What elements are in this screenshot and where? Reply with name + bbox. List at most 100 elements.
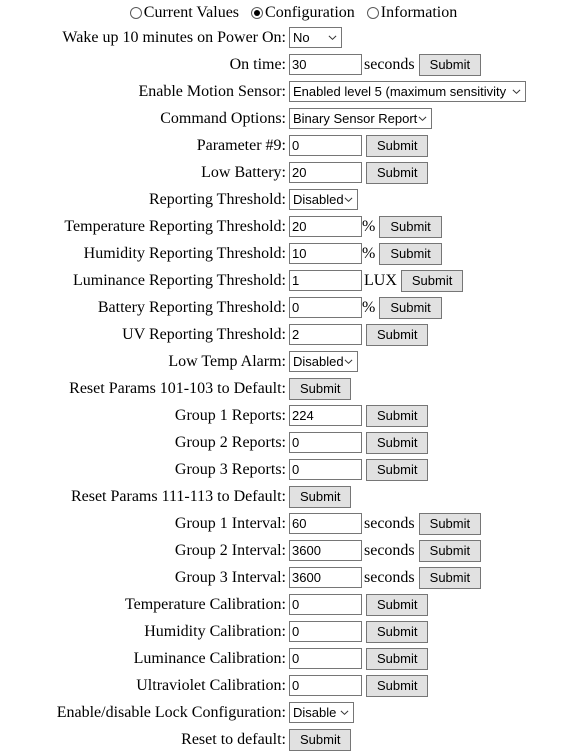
submit-button-ultraviolet-calibration[interactable]: Submit <box>366 674 429 697</box>
submit-button-reset-params-101-103-to-default[interactable]: Submit <box>289 377 352 400</box>
submit-button-group-1-interval[interactable]: Submit <box>418 512 482 535</box>
row-humidity-calibration: Humidity Calibration: Submit <box>0 618 587 645</box>
label-temperature-calibration: Temperature Calibration: <box>124 595 286 613</box>
input-humidity-calibration[interactable] <box>289 621 362 642</box>
submit-button-on-time[interactable]: Submit <box>418 53 482 76</box>
mode-label-information: Information <box>380 4 458 21</box>
configuration-form: Wake up 10 minutes on Power On: No On time… <box>0 24 587 753</box>
row-enabledisable-lock-configuration: Enable/disable Lock Configuration: Disabl… <box>0 699 587 726</box>
input-temperature-reporting-threshold[interactable] <box>289 216 362 237</box>
input-group-1-interval[interactable] <box>289 513 362 534</box>
row-on-time: On time:secondsSubmit <box>0 51 587 78</box>
select-wake-up-10-minutes-on-power-on[interactable]: No <box>289 27 342 48</box>
row-battery-reporting-threshold: Battery Reporting Threshold:%Submit <box>0 294 587 321</box>
input-group-3-interval[interactable] <box>289 567 362 588</box>
input-on-time[interactable] <box>289 54 362 75</box>
row-low-battery: Low Battery: Submit <box>0 159 587 186</box>
input-group-3-reports[interactable] <box>289 459 362 480</box>
input-humidity-reporting-threshold[interactable] <box>289 243 362 264</box>
select-low-temp-alarm[interactable]: Disabled <box>289 351 358 372</box>
chevron-down-icon <box>512 87 521 96</box>
row-reset-to-default: Reset to default: Submit <box>0 726 587 753</box>
input-low-battery[interactable] <box>289 162 362 183</box>
submit-button-luminance-reporting-threshold[interactable]: Submit <box>400 269 464 292</box>
row-ultraviolet-calibration: Ultraviolet Calibration: Submit <box>0 672 587 699</box>
radio-information[interactable] <box>366 7 379 19</box>
mode-option-information[interactable]: Information <box>366 4 458 22</box>
row-uv-reporting-threshold: UV Reporting Threshold: Submit <box>0 321 587 348</box>
radio-configuration[interactable] <box>251 7 264 19</box>
label-group-1-reports: Group 1 Reports: <box>174 406 286 424</box>
submit-button-battery-reporting-threshold[interactable]: Submit <box>379 296 442 319</box>
label-command-options: Command Options: <box>160 109 286 127</box>
row-group-1-interval: Group 1 Interval:secondsSubmit <box>0 510 587 537</box>
input-parameter-9[interactable] <box>289 135 362 156</box>
label-group-2-reports: Group 2 Reports: <box>174 433 286 451</box>
mode-selector: Current Values Configuration Information <box>0 0 587 24</box>
input-ultraviolet-calibration[interactable] <box>289 675 362 696</box>
control-group-3-reports: Submit <box>289 458 587 481</box>
submit-button-parameter-9[interactable]: Submit <box>366 134 429 157</box>
submit-button-luminance-calibration[interactable]: Submit <box>366 647 429 670</box>
submit-button-group-1-reports[interactable]: Submit <box>366 404 429 427</box>
label-group-3-interval: Group 3 Interval: <box>174 568 286 586</box>
submit-button-reset-to-default[interactable]: Submit <box>289 728 352 751</box>
submit-button-low-battery[interactable]: Submit <box>366 161 429 184</box>
input-luminance-calibration[interactable] <box>289 648 362 669</box>
control-uv-reporting-threshold: Submit <box>289 323 587 346</box>
control-enable-motion-sensor: Enabled level 5 (maximum sensitivity <box>289 81 587 102</box>
control-luminance-reporting-threshold: LUXSubmit <box>289 269 587 292</box>
label-wake-up-10-minutes-on-power-on: Wake up 10 minutes on Power On: <box>62 28 286 46</box>
mode-option-current-values[interactable]: Current Values <box>129 4 239 22</box>
control-humidity-reporting-threshold: %Submit <box>289 242 587 265</box>
control-group-3-interval: secondsSubmit <box>289 566 587 589</box>
submit-button-temperature-reporting-threshold[interactable]: Submit <box>379 215 442 238</box>
input-group-2-reports[interactable] <box>289 432 362 453</box>
submit-button-reset-params-111-113-to-default[interactable]: Submit <box>289 485 352 508</box>
select-command-options[interactable]: Binary Sensor Report <box>289 108 432 129</box>
select-enabledisable-lock-configuration[interactable]: Disable <box>289 702 354 723</box>
input-group-2-interval[interactable] <box>289 540 362 561</box>
submit-button-humidity-calibration[interactable]: Submit <box>366 620 429 643</box>
label-reset-params-111-113-to-default: Reset Params 111-113 to Default: <box>70 487 286 505</box>
submit-button-humidity-reporting-threshold[interactable]: Submit <box>379 242 442 265</box>
select-value-reporting-threshold: Disabled <box>293 192 344 207</box>
chevron-down-icon <box>328 33 337 42</box>
label-humidity-calibration: Humidity Calibration: <box>144 622 286 640</box>
input-battery-reporting-threshold[interactable] <box>289 297 362 318</box>
submit-button-temperature-calibration[interactable]: Submit <box>366 593 429 616</box>
mode-option-configuration[interactable]: Configuration <box>251 4 355 22</box>
row-group-1-reports: Group 1 Reports: Submit <box>0 402 587 429</box>
chevron-down-icon <box>340 708 349 717</box>
row-low-temp-alarm: Low Temp Alarm: Disabled <box>0 348 587 375</box>
row-humidity-reporting-threshold: Humidity Reporting Threshold:%Submit <box>0 240 587 267</box>
row-temperature-calibration: Temperature Calibration: Submit <box>0 591 587 618</box>
input-luminance-reporting-threshold[interactable] <box>289 270 362 291</box>
row-command-options: Command Options: Binary Sensor Report <box>0 105 587 132</box>
control-on-time: secondsSubmit <box>289 53 587 76</box>
row-reset-params-101-103-to-default: Reset Params 101-103 to Default: Submit <box>0 375 587 402</box>
select-reporting-threshold[interactable]: Disabled <box>289 189 358 210</box>
radio-current-values[interactable] <box>129 7 142 19</box>
select-value-command-options: Binary Sensor Report <box>293 111 418 126</box>
submit-button-uv-reporting-threshold[interactable]: Submit <box>366 323 429 346</box>
chevron-down-icon <box>344 357 353 366</box>
label-uv-reporting-threshold: UV Reporting Threshold: <box>122 325 286 343</box>
input-group-1-reports[interactable] <box>289 405 362 426</box>
row-enable-motion-sensor: Enable Motion Sensor: Enabled level 5 (ma… <box>0 78 587 105</box>
submit-button-group-3-reports[interactable]: Submit <box>366 458 429 481</box>
label-parameter-9: Parameter #9: <box>196 136 286 154</box>
submit-button-group-2-reports[interactable]: Submit <box>366 431 429 454</box>
submit-button-group-2-interval[interactable]: Submit <box>418 539 482 562</box>
submit-button-group-3-interval[interactable]: Submit <box>418 566 482 589</box>
unit-luminance-reporting-threshold: LUX <box>364 271 397 289</box>
row-parameter-9: Parameter #9: Submit <box>0 132 587 159</box>
label-temperature-reporting-threshold: Temperature Reporting Threshold: <box>64 217 286 235</box>
label-low-battery: Low Battery: <box>201 163 286 181</box>
input-uv-reporting-threshold[interactable] <box>289 324 362 345</box>
select-enable-motion-sensor[interactable]: Enabled level 5 (maximum sensitivity <box>289 81 526 102</box>
control-enabledisable-lock-configuration: Disable <box>289 702 587 723</box>
input-temperature-calibration[interactable] <box>289 594 362 615</box>
row-wake-up-10-minutes-on-power-on: Wake up 10 minutes on Power On: No <box>0 24 587 51</box>
label-reset-to-default: Reset to default: <box>181 730 286 748</box>
